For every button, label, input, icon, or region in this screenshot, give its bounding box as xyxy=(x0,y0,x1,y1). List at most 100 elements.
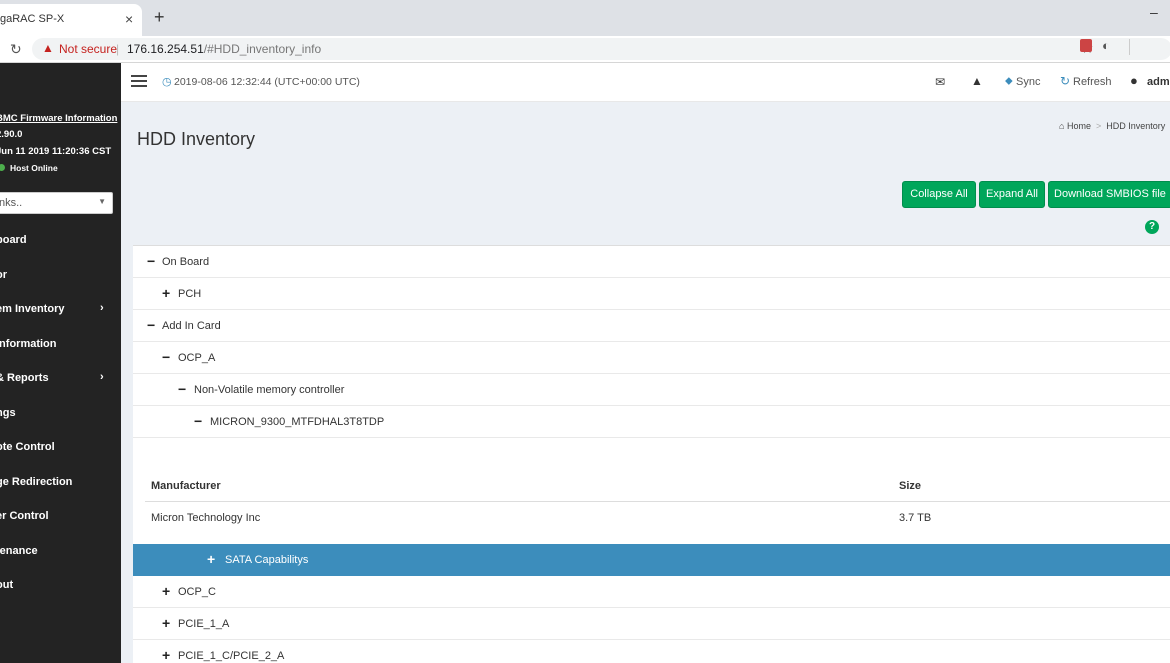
tree-node-on-board[interactable]: − On Board xyxy=(133,246,1170,278)
sidebar-item-label: & Reports xyxy=(0,372,49,384)
expand-icon[interactable]: + xyxy=(162,616,170,630)
top-header: ◷ 2019-08-06 12:32:44 (UTC+00:00 UTC) ✉ … xyxy=(121,63,1170,102)
sidebar-item-label: ge Redirection xyxy=(0,476,73,488)
sidebar-item-sensor[interactable]: or xyxy=(0,269,121,281)
sidebar-item-system-inventory[interactable]: em Inventory › xyxy=(0,302,121,315)
sidebar-item-maintenance[interactable]: tenance xyxy=(0,545,121,557)
not-secure-label[interactable]: Not secure xyxy=(59,42,117,56)
chevron-down-icon: ▼ xyxy=(98,197,106,206)
cell-size: 3.7 TB xyxy=(899,512,932,524)
tree-node-label: PCIE_1_C/PCIE_2_A xyxy=(178,650,285,662)
sidebar-item-label: Information xyxy=(0,338,57,350)
new-tab-button[interactable]: + xyxy=(154,7,165,28)
tab-title: gaRAC SP-X xyxy=(0,13,65,25)
download-smbios-button[interactable]: Download SMBIOS file xyxy=(1048,181,1170,208)
firmware-version: 2.90.0 xyxy=(0,129,23,140)
tree-node-label: MICRON_9300_MTFDHAL3T8TDP xyxy=(210,416,385,428)
tree-node-sata-capabilitys[interactable]: + SATA Capabilitys xyxy=(133,544,1170,576)
expand-icon[interactable]: + xyxy=(162,286,170,300)
sidebar-item-logs-reports[interactable]: & Reports › xyxy=(0,371,121,384)
tree-node-pch[interactable]: + PCH xyxy=(133,278,1170,310)
tree-node-micron-drive[interactable]: − MICRON_9300_MTFDHAL3T8TDP xyxy=(133,406,1170,438)
browser-tab[interactable]: gaRAC SP-X × xyxy=(0,4,142,36)
collapse-icon[interactable]: − xyxy=(162,350,170,364)
reload-icon[interactable]: ↻ xyxy=(10,41,22,58)
chevron-right-icon: › xyxy=(100,302,104,314)
breadcrumb-home[interactable]: Home xyxy=(1067,121,1091,131)
warning-icon: ▲ xyxy=(42,41,54,55)
sync-button[interactable]: Sync xyxy=(1016,76,1040,88)
cell-manufacturer: Micron Technology Inc xyxy=(151,512,261,524)
home-icon: ⌂ xyxy=(1059,121,1065,131)
tree-node-label: PCIE_1_A xyxy=(178,618,230,630)
refresh-icon[interactable]: ↻ xyxy=(1060,74,1070,88)
sidebar-item-dashboard[interactable]: board xyxy=(0,234,121,246)
firmware-build-date: Jun 11 2019 11:20:36 CST xyxy=(0,146,112,157)
sidebar-item-power-control[interactable]: er Control xyxy=(0,510,121,522)
tree-node-label: OCP_A xyxy=(178,352,216,364)
breadcrumb-current: HDD Inventory xyxy=(1106,121,1166,131)
help-icon[interactable]: ? xyxy=(1145,220,1159,234)
tree-node-ocp-c[interactable]: + OCP_C xyxy=(133,576,1170,608)
sidebar-item-fru-information[interactable]: Information xyxy=(0,338,121,350)
sidebar-item-label: or xyxy=(0,269,7,281)
quick-links-placeholder: nks.. xyxy=(0,197,23,209)
host-status-icon xyxy=(0,164,5,171)
sidebar-item-label: out xyxy=(0,579,14,591)
chevron-right-icon: › xyxy=(100,371,104,383)
envelope-icon[interactable]: ✉ xyxy=(935,75,945,89)
page-title: HDD Inventory xyxy=(137,129,256,149)
sidebar-item-label: ngs xyxy=(0,407,16,419)
collapse-all-button[interactable]: Collapse All xyxy=(902,181,976,208)
collapse-icon[interactable]: − xyxy=(178,382,186,396)
tree-node-label: Add In Card xyxy=(162,320,221,332)
breadcrumb: ⌂ Home > HDD Inventory xyxy=(1059,121,1165,131)
toolbar-divider xyxy=(1129,39,1130,55)
close-icon[interactable]: × xyxy=(125,11,133,27)
collapse-icon[interactable]: − xyxy=(194,414,202,428)
url-input[interactable]: ▲ Not secure | 176.16.254.51/#HDD_invent… xyxy=(32,38,1170,60)
extension-icon[interactable] xyxy=(1080,39,1092,52)
sidebar-item-image-redirection[interactable]: ge Redirection xyxy=(0,476,121,488)
table-row: Micron Technology Inc 3.7 TB xyxy=(145,503,1170,533)
expand-icon[interactable]: + xyxy=(162,584,170,598)
sync-icon[interactable]: ⬥ xyxy=(1005,75,1013,88)
tree-node-label: On Board xyxy=(162,256,210,268)
expand-icon[interactable]: + xyxy=(162,648,170,662)
sidebar: BMC Firmware Information 2.90.0 Jun 11 2… xyxy=(0,63,121,663)
tree-node-ocp-a[interactable]: − OCP_A xyxy=(133,342,1170,374)
address-bar: ↻ ▲ Not secure | 176.16.254.51/#HDD_inve… xyxy=(0,36,1170,63)
tree-node-nvm-controller[interactable]: − Non-Volatile memory controller xyxy=(133,374,1170,406)
firmware-info-link[interactable]: BMC Firmware Information xyxy=(0,113,117,124)
column-header-size: Size xyxy=(899,480,922,492)
quick-links-select[interactable]: nks.. ▼ xyxy=(0,192,113,214)
url-text[interactable]: 176.16.254.51/#HDD_inventory_info xyxy=(127,42,321,56)
column-header-manufacturer: Manufacturer xyxy=(151,480,221,492)
user-icon[interactable]: ● xyxy=(1130,73,1138,88)
circle-icon[interactable]: ◐ xyxy=(1102,38,1110,53)
minimize-button[interactable]: – xyxy=(1150,4,1158,20)
sidebar-item-label: er Control xyxy=(0,510,49,522)
tree-node-add-in-card[interactable]: − Add In Card xyxy=(133,310,1170,342)
url-separator: | xyxy=(116,42,120,56)
refresh-button[interactable]: Refresh xyxy=(1073,76,1112,88)
sidebar-item-label: tenance xyxy=(0,545,38,557)
tree-node-label: Non-Volatile memory controller xyxy=(194,384,345,396)
hamburger-menu-icon[interactable] xyxy=(131,75,147,87)
collapse-icon[interactable]: − xyxy=(147,254,155,268)
breadcrumb-separator: > xyxy=(1095,121,1102,131)
tree-node-pcie-1-c-pcie-2-a[interactable]: + PCIE_1_C/PCIE_2_A xyxy=(133,640,1170,663)
expand-all-button[interactable]: Expand All xyxy=(979,181,1045,208)
sidebar-item-label: ote Control xyxy=(0,441,55,453)
collapse-icon[interactable]: − xyxy=(147,318,155,332)
tree-node-pcie-1-a[interactable]: + PCIE_1_A xyxy=(133,608,1170,640)
sidebar-item-label: em Inventory xyxy=(0,303,65,315)
user-menu[interactable]: adm xyxy=(1147,76,1170,88)
browser-tab-bar: gaRAC SP-X × + – xyxy=(0,0,1170,36)
sidebar-item-remote-control[interactable]: ote Control xyxy=(0,441,121,453)
sidebar-item-settings[interactable]: ngs xyxy=(0,407,121,419)
main-content: HDD Inventory ⌂ Home > HDD Inventory Colla… xyxy=(121,102,1170,663)
expand-icon[interactable]: + xyxy=(207,552,215,566)
sidebar-item-sign-out[interactable]: out xyxy=(0,579,121,591)
alert-icon[interactable]: ▲ xyxy=(971,74,983,88)
